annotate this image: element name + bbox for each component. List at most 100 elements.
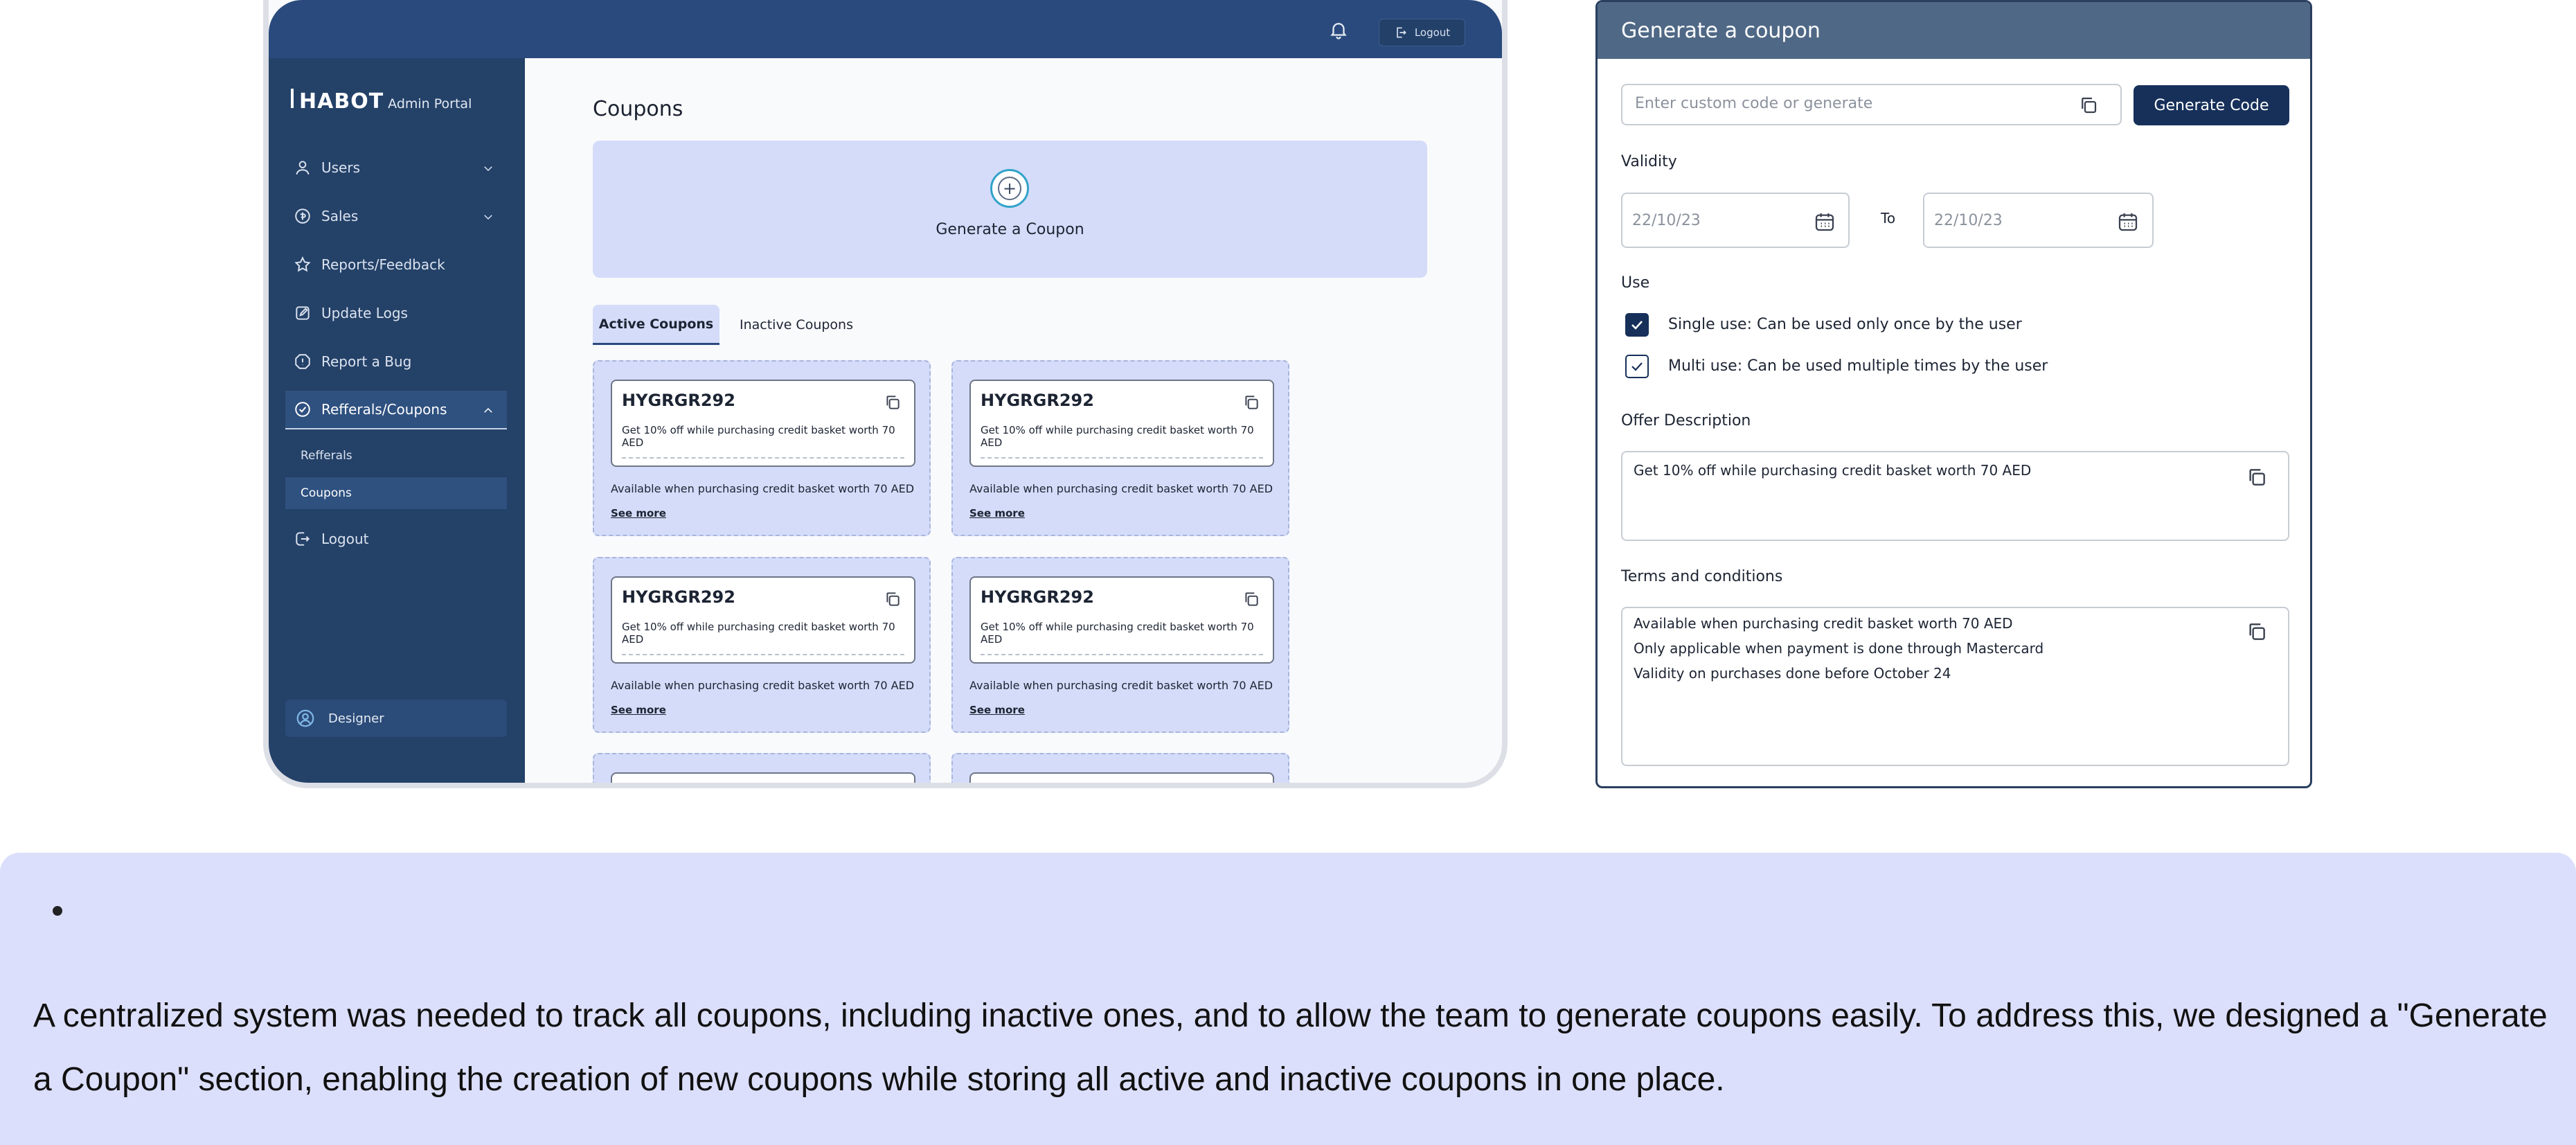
top-logout-button[interactable]: Logout (1379, 19, 1465, 46)
coupon-code: HYGRGR292 (981, 587, 1094, 607)
terms-field[interactable]: Available when purchasing credit basket … (1621, 607, 2289, 766)
sidebar-item-sales[interactable]: Sales (285, 197, 507, 236)
generate-code-button[interactable]: Generate Code (2134, 85, 2289, 125)
panel-title: Generate a coupon (1598, 2, 2310, 59)
sidebar-item-label: Refferals/Coupons (321, 401, 447, 418)
offer-description-text: Get 10% off while purchasing credit bask… (1634, 462, 2032, 479)
calendar-icon[interactable] (1814, 211, 1836, 233)
coupon-icon (295, 402, 310, 417)
page-title: Coupons (593, 97, 683, 121)
copy-icon[interactable] (1242, 393, 1260, 411)
coupon-code: HYGRGR292 (622, 587, 735, 607)
logout-icon (296, 532, 310, 546)
coupon-card[interactable]: HYGRGR292 Get 10% off while purchasing c… (593, 360, 931, 536)
coupon-description: Get 10% off while purchasing credit bask… (981, 621, 1254, 646)
offer-description-field[interactable]: Get 10% off while purchasing credit bask… (1621, 451, 2289, 541)
copy-icon[interactable] (884, 393, 902, 411)
coupon-code-box (611, 772, 915, 783)
calendar-icon[interactable] (2117, 211, 2139, 233)
date-from-value: 22/10/23 (1632, 212, 1701, 229)
bullet-point (53, 906, 62, 916)
top-logout-label: Logout (1414, 26, 1451, 39)
date-to-field[interactable]: 22/10/23 (1923, 193, 2154, 248)
coupon-card[interactable] (951, 753, 1289, 783)
coupon-code-box: HYGRGR292 Get 10% off while purchasing c… (969, 380, 1274, 467)
coupon-code-box: HYGRGR292 Get 10% off while purchasing c… (969, 576, 1274, 664)
terms-line: Available when purchasing credit basket … (1634, 615, 2013, 632)
top-bar: Logout (269, 0, 1502, 58)
brand-subtitle: Admin Portal (388, 96, 472, 112)
see-more-link[interactable]: See more (611, 704, 666, 716)
coupon-code: HYGRGR292 (981, 391, 1094, 410)
terms-label: Terms and conditions (1621, 568, 1783, 585)
terms-line: Only applicable when payment is done thr… (1634, 640, 2044, 657)
sidebar-subitem-label: Refferals (301, 449, 352, 463)
sidebar-item-users[interactable]: Users (285, 148, 507, 187)
sidebar-item-update-logs[interactable]: Update Logs (285, 294, 507, 332)
see-more-link[interactable]: See more (969, 507, 1025, 520)
copy-icon[interactable] (2246, 466, 2268, 488)
multi-use-checkbox[interactable] (1625, 355, 1649, 378)
coupon-note: Available when purchasing credit basket … (969, 679, 1273, 692)
designer-label: Designer (328, 711, 384, 726)
terms-line: Validity on purchases done before Octobe… (1634, 665, 1951, 682)
divider (622, 654, 904, 655)
star-icon (294, 256, 311, 272)
sidebar-item-report-bug[interactable]: Report a Bug (285, 342, 507, 381)
date-from-field[interactable]: 22/10/23 (1621, 193, 1850, 248)
plus-icon: + (998, 177, 1021, 200)
coupon-card[interactable]: HYGRGR292 Get 10% off while purchasing c… (593, 557, 931, 733)
brand-name: HABOT (299, 89, 384, 114)
multi-use-label: Multi use: Can be used multiple times by… (1668, 357, 2048, 375)
coupon-card[interactable]: HYGRGR292 Get 10% off while purchasing c… (951, 360, 1289, 536)
coupon-code-box: HYGRGR292 Get 10% off while purchasing c… (611, 380, 915, 467)
coupon-code-placeholder: Enter custom code or generate (1635, 95, 1873, 112)
check-icon (1631, 321, 1643, 330)
divider (622, 457, 904, 459)
coupon-description: Get 10% off while purchasing credit bask… (622, 621, 895, 646)
user-icon (296, 161, 310, 175)
see-more-link[interactable]: See more (611, 507, 666, 520)
coupon-description: Get 10% off while purchasing credit bask… (622, 424, 895, 449)
sidebar-subitem-label: Coupons (301, 486, 352, 500)
coupon-note: Available when purchasing credit basket … (611, 679, 915, 692)
divider (981, 457, 1263, 459)
copy-icon[interactable] (884, 590, 902, 608)
chevron-up-icon[interactable] (482, 405, 494, 417)
tab-active-coupons[interactable]: Active Coupons (593, 305, 719, 345)
coupon-code-box (969, 772, 1274, 783)
copy-icon[interactable] (1242, 590, 1260, 608)
sidebar-item-referrals-coupons[interactable]: Refferals/Coupons (285, 391, 507, 429)
sidebar-item-label: Users (321, 159, 361, 176)
divider (981, 654, 1263, 655)
coupon-code-box: HYGRGR292 Get 10% off while purchasing c… (611, 576, 915, 664)
admin-portal-mockup: Logout HABOT Admin Portal Users Sales Re… (263, 0, 1508, 788)
coupon-code: HYGRGR292 (622, 391, 735, 410)
generate-coupon-panel: Generate a coupon Enter custom code or g… (1595, 0, 2312, 788)
coupon-card[interactable] (593, 753, 931, 783)
sidebar-subitem-coupons[interactable]: Coupons (285, 477, 507, 509)
single-use-checkbox[interactable] (1625, 313, 1649, 337)
sidebar-item-logout[interactable]: Logout (285, 520, 507, 558)
coupon-note: Available when purchasing credit basket … (611, 482, 915, 495)
generate-coupon-card[interactable]: + Generate a Coupon (593, 141, 1427, 278)
coupon-description: Get 10% off while purchasing credit bask… (981, 424, 1254, 449)
bell-icon[interactable] (1328, 19, 1349, 40)
coupon-code-input[interactable]: Enter custom code or generate (1621, 84, 2122, 125)
sales-icon (295, 208, 310, 224)
check-icon (1631, 362, 1643, 371)
tab-inactive-coupons[interactable]: Inactive Coupons (727, 305, 866, 345)
validity-label: Validity (1621, 153, 1677, 170)
chevron-down-icon[interactable] (482, 211, 494, 223)
copy-icon[interactable] (2078, 95, 2099, 116)
caption-text: A centralized system was needed to track… (33, 997, 2548, 1098)
add-coupon-button[interactable]: + (990, 169, 1029, 208)
edit-icon (296, 306, 310, 320)
designer-profile[interactable]: Designer (285, 700, 507, 737)
coupon-card[interactable]: HYGRGR292 Get 10% off while purchasing c… (951, 557, 1289, 733)
copy-icon[interactable] (2246, 621, 2268, 643)
sidebar-item-reports[interactable]: Reports/Feedback (285, 245, 507, 284)
see-more-link[interactable]: See more (969, 704, 1025, 716)
chevron-down-icon[interactable] (482, 162, 494, 175)
sidebar-subitem-referrals[interactable]: Refferals (285, 440, 507, 472)
